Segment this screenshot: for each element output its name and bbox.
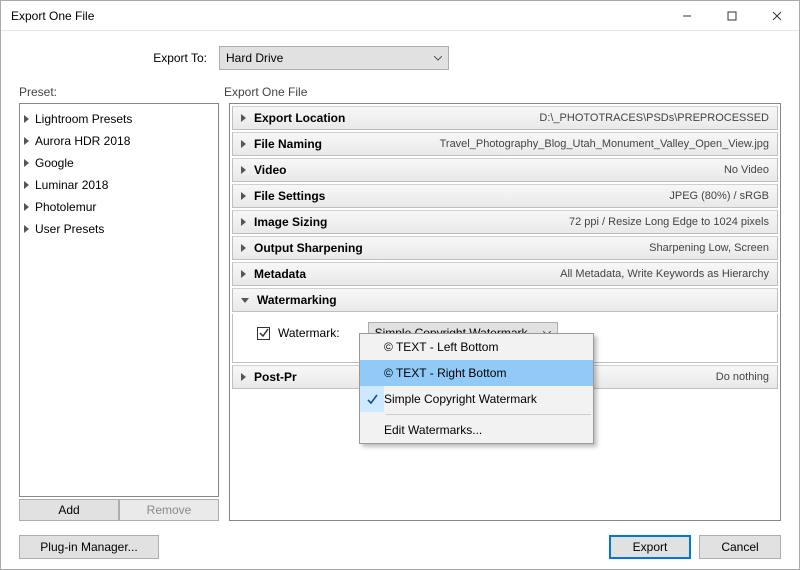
- preset-list: Lightroom Presets Aurora HDR 2018 Google…: [19, 103, 219, 497]
- right-heading: Export One File: [219, 85, 781, 99]
- export-dialog: Export One File Export To: Hard Drive Pr…: [0, 0, 800, 570]
- section-video[interactable]: Video No Video: [232, 158, 778, 182]
- chevron-down-icon: [434, 51, 442, 65]
- triangle-right-icon: [24, 159, 29, 167]
- settings-panel: Export Location D:\_PHOTOTRACES\PSDs\PRE…: [229, 103, 781, 521]
- dropdown-item[interactable]: Simple Copyright Watermark: [360, 386, 593, 412]
- section-image-sizing[interactable]: Image Sizing 72 ppi / Resize Long Edge t…: [232, 210, 778, 234]
- triangle-right-icon: [241, 270, 246, 278]
- check-icon: [360, 386, 384, 412]
- dropdown-item[interactable]: © TEXT - Left Bottom: [360, 334, 593, 360]
- triangle-right-icon: [241, 166, 246, 174]
- section-metadata[interactable]: Metadata All Metadata, Write Keywords as…: [232, 262, 778, 286]
- triangle-right-icon: [241, 244, 246, 252]
- plugin-manager-button[interactable]: Plug-in Manager...: [19, 535, 159, 559]
- section-watermarking[interactable]: Watermarking: [232, 288, 778, 312]
- titlebar: Export One File: [1, 1, 799, 31]
- section-export-location[interactable]: Export Location D:\_PHOTOTRACES\PSDs\PRE…: [232, 106, 778, 130]
- watermark-checkbox-label: Watermark:: [278, 326, 340, 340]
- add-preset-button[interactable]: Add: [19, 499, 119, 521]
- export-to-label: Export To:: [19, 51, 219, 65]
- section-output-sharpening[interactable]: Output Sharpening Sharpening Low, Screen: [232, 236, 778, 260]
- triangle-right-icon: [24, 137, 29, 145]
- preset-item[interactable]: Photolemur: [20, 196, 218, 218]
- preset-item[interactable]: Luminar 2018: [20, 174, 218, 196]
- export-to-value: Hard Drive: [226, 51, 283, 65]
- watermark-dropdown: © TEXT - Left Bottom © TEXT - Right Bott…: [359, 333, 594, 444]
- preset-item[interactable]: Lightroom Presets: [20, 108, 218, 130]
- preset-item[interactable]: Aurora HDR 2018: [20, 130, 218, 152]
- triangle-down-icon: [241, 298, 249, 303]
- cancel-button[interactable]: Cancel: [699, 535, 781, 559]
- triangle-right-icon: [241, 373, 246, 381]
- preset-item[interactable]: User Presets: [20, 218, 218, 240]
- section-file-naming[interactable]: File Naming Travel_Photography_Blog_Utah…: [232, 132, 778, 156]
- watermark-checkbox[interactable]: [257, 327, 270, 340]
- check-icon: [360, 360, 384, 386]
- triangle-right-icon: [241, 140, 246, 148]
- check-icon: [360, 334, 384, 360]
- dropdown-item[interactable]: © TEXT - Right Bottom: [360, 360, 593, 386]
- dropdown-item-edit[interactable]: Edit Watermarks...: [360, 417, 593, 443]
- triangle-right-icon: [24, 115, 29, 123]
- window-title: Export One File: [1, 9, 664, 23]
- section-file-settings[interactable]: File Settings JPEG (80%) / sRGB: [232, 184, 778, 208]
- triangle-right-icon: [24, 203, 29, 211]
- triangle-right-icon: [241, 218, 246, 226]
- preset-item[interactable]: Google: [20, 152, 218, 174]
- export-to-select[interactable]: Hard Drive: [219, 46, 449, 70]
- triangle-right-icon: [241, 114, 246, 122]
- triangle-right-icon: [241, 192, 246, 200]
- maximize-button[interactable]: [709, 1, 754, 31]
- minimize-button[interactable]: [664, 1, 709, 31]
- close-button[interactable]: [754, 1, 799, 31]
- remove-preset-button: Remove: [119, 499, 219, 521]
- triangle-right-icon: [24, 181, 29, 189]
- preset-label: Preset:: [19, 85, 219, 99]
- separator: [386, 414, 591, 415]
- triangle-right-icon: [24, 225, 29, 233]
- export-button[interactable]: Export: [609, 535, 691, 559]
